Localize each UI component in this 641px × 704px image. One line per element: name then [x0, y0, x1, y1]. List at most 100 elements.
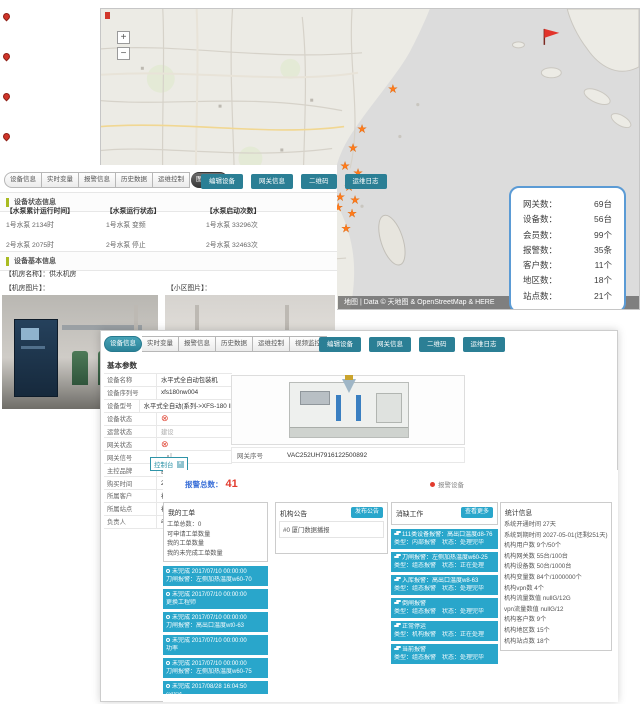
tab-realtime-vars[interactable]: 实时变量	[142, 336, 179, 352]
work-order-item[interactable]: 未完成 2017/07/10 00:00:00 更换工程师	[163, 589, 268, 609]
work-order-item[interactable]: 未完成 2017/07/10 00:00:00 刀闸报警：高出口温度wt0-63	[163, 612, 268, 632]
defect-meta: 类型：组态报警 状态：正在处理	[394, 562, 495, 570]
wrench-icon	[394, 625, 399, 627]
field-label: 网关状态	[104, 440, 156, 449]
view-more-button[interactable]: 查看更多	[461, 507, 493, 518]
action-button[interactable]: 编辑设备	[319, 337, 361, 352]
order-stat-link[interactable]: 我的工单数量	[167, 539, 264, 549]
tab-alarm-info[interactable]: 报警信息	[179, 336, 216, 352]
statistic-row: 机构变量数 84个/1000000个	[504, 573, 608, 584]
console-tab-label: 控制台	[154, 459, 174, 469]
action-button[interactable]: 编辑设备	[201, 174, 243, 189]
field-value: 建设	[156, 426, 232, 438]
order-stat-link[interactable]: 可申请工单数量	[167, 530, 264, 540]
group-row: 1号水泵 33296次	[206, 219, 301, 229]
statistics-column: 统计信息 系统开通时间 27天系统到期时间 2027-05-01(还剩251天)…	[500, 502, 612, 651]
statistic-row: vpn流量数值 nullG/12	[504, 605, 608, 616]
order-stat-link[interactable]: 工单总数：0	[167, 520, 264, 530]
packing-machine-image	[289, 382, 409, 438]
svg-text:★: ★	[350, 194, 360, 206]
map-pin-icon	[2, 92, 12, 102]
pump-runtime-group: 【水泵累计运行时间】 1号水泵 2134时 2号水泵 2075时	[6, 205, 101, 249]
action-button[interactable]: 运维日志	[345, 174, 387, 189]
statistics-box: 统计信息 系统开通时间 27天系统到期时间 2027-05-01(还剩251天)…	[500, 502, 612, 651]
work-order-time: 未完成 2017/07/10 00:00:00	[172, 638, 247, 644]
announcement-items: #0 厦门数据播报	[279, 521, 384, 538]
defect-work-column: 消缺工作 查看更多 111类设备报警：高出口温度d8-76 类型：内部报警 状态…	[391, 502, 498, 702]
zoom-in-button[interactable]: +	[117, 31, 130, 44]
zoom-out-button[interactable]: −	[117, 47, 130, 60]
statistic-row: 系统开通时间 27天	[504, 520, 608, 531]
defect-meta: 类型：机构报警 状态：正在处理	[394, 631, 495, 639]
map-pin-icon	[2, 52, 12, 62]
tab-history-data[interactable]: 历史数据	[116, 172, 153, 188]
defect-item[interactable]: 111类设备报警：高出口温度d8-76 类型：内部报警 状态：处理完毕	[391, 529, 498, 549]
field-label: 负责人	[104, 517, 156, 526]
work-order-item[interactable]: 未完成 2017/07/10 00:00:00 刀闸报警：左侧加热温度w60-7…	[163, 658, 268, 678]
clock-icon	[166, 638, 170, 642]
group-row: 1号水泵 2134时	[6, 219, 101, 229]
tab-ops-control[interactable]: 运维控制	[253, 336, 290, 352]
defect-work-box: 消缺工作 查看更多	[391, 502, 498, 525]
announcement-item[interactable]: #0 厦门数据播报	[279, 521, 384, 538]
statistics-title: 统计信息	[505, 507, 532, 517]
defect-title: 入库报警：高出口温度w8-63	[402, 578, 478, 584]
field-label: 所属客户	[104, 491, 156, 500]
field-label: 所属站点	[104, 504, 156, 513]
action-button[interactable]: 二维码	[419, 337, 455, 352]
work-order-item[interactable]: 未完成 2017/08/28 16:04:50 cx004	[163, 681, 268, 694]
work-order-item[interactable]: 未完成 2017/07/10 00:00:00 功率	[163, 635, 268, 655]
action-button[interactable]: 网关信息	[369, 337, 411, 352]
defect-item[interactable]: 当前报警 类型：组态报警 状态：处理完毕	[391, 644, 498, 664]
close-icon[interactable]: ×	[177, 461, 184, 468]
svg-text:★: ★	[388, 84, 398, 96]
work-order-desc: 刀闸报警：高出口温度wt0-63	[166, 622, 265, 630]
defect-title: 倒闸报警	[402, 601, 426, 607]
action-button[interactable]: 运维日志	[463, 337, 505, 352]
defect-item[interactable]: 倒闸报警 类型：组态报警 状态：处理完毕	[391, 598, 498, 618]
my-orders-items: 未完成 2017/07/10 00:00:00 刀闸报警：左侧加热温度w60-7…	[163, 566, 268, 694]
legend-label: 报警设备	[438, 479, 464, 489]
publish-announcement-button[interactable]: 发布公告	[351, 507, 383, 518]
field-label: 设备状态	[104, 414, 156, 423]
field-label: 设备型号	[104, 401, 139, 410]
stat-value: 56台	[594, 212, 612, 227]
tab-device-info[interactable]: 设备信息	[4, 172, 42, 188]
console-tab[interactable]: 控制台 ×	[150, 457, 188, 471]
area-photo-label: 【小区图片】：	[167, 282, 211, 292]
defect-item[interactable]: 入库报警：高出口温度w8-63 类型：组态报警 状态：处理完毕	[391, 575, 498, 595]
tab-realtime-vars[interactable]: 实时变量	[42, 172, 79, 188]
stat-label: 网关数：	[523, 197, 557, 212]
action-button[interactable]: 二维码	[301, 174, 337, 189]
group-row: 2号水泵 停止	[106, 239, 201, 249]
order-stat-link[interactable]: 我的未完成工单数量	[167, 549, 264, 559]
clock-icon	[166, 684, 170, 688]
work-order-desc: cx004	[166, 691, 265, 694]
field-value: xfs180nw004	[156, 387, 232, 399]
announcements-title: 机构公告	[280, 508, 307, 518]
statistic-row: 机构地区数 15个	[504, 626, 608, 637]
work-order-time: 未完成 2017/07/10 00:00:00	[172, 592, 247, 598]
defect-title: 111类设备报警：高出口温度d8-76	[402, 532, 492, 538]
tab-ops-control[interactable]: 运维控制	[153, 172, 190, 188]
work-order-item[interactable]: 未完成 2017/07/10 00:00:00 刀闸报警：左侧加热温度w60-7…	[163, 566, 268, 586]
control-cabinet	[14, 319, 58, 397]
wrench-icon	[394, 556, 399, 558]
stat-row: 会员数： 99个	[523, 228, 612, 243]
tab-device-info-active[interactable]: 设备信息	[104, 336, 142, 352]
stat-row: 网关数： 69台	[523, 197, 612, 212]
tab-alarm-info[interactable]: 报警信息	[79, 172, 116, 188]
field-label: 购买时间	[104, 479, 156, 488]
defect-item[interactable]: 正常停运 类型：机构报警 状态：正在处理	[391, 621, 498, 641]
announcements-column: 机构公告 发布公告 #0 厦门数据播报	[275, 502, 388, 554]
tab-history-data[interactable]: 历史数据	[216, 336, 253, 352]
work-order-desc: 刀闸报警：左侧加热温度w60-70	[166, 576, 265, 584]
defect-meta: 类型：内部报警 状态：处理完毕	[394, 539, 495, 547]
statistics-rows: 系统开通时间 27天系统到期时间 2027-05-01(还剩251天)机构用户数…	[504, 520, 608, 647]
defect-item[interactable]: 刀闸报警：左侧加热温度w60-25 类型：组态报警 状态：正在处理	[391, 552, 498, 572]
action-button[interactable]: 网关信息	[251, 174, 293, 189]
pump-starts-group: 【水泵启动次数】 1号水泵 33296次 2号水泵 32463次	[206, 205, 301, 249]
map-pin-icon	[2, 12, 12, 22]
statistic-row: 机构vpn数 4个	[504, 584, 608, 595]
work-order-time: 未完成 2017/08/28 16:04:50	[172, 684, 247, 690]
